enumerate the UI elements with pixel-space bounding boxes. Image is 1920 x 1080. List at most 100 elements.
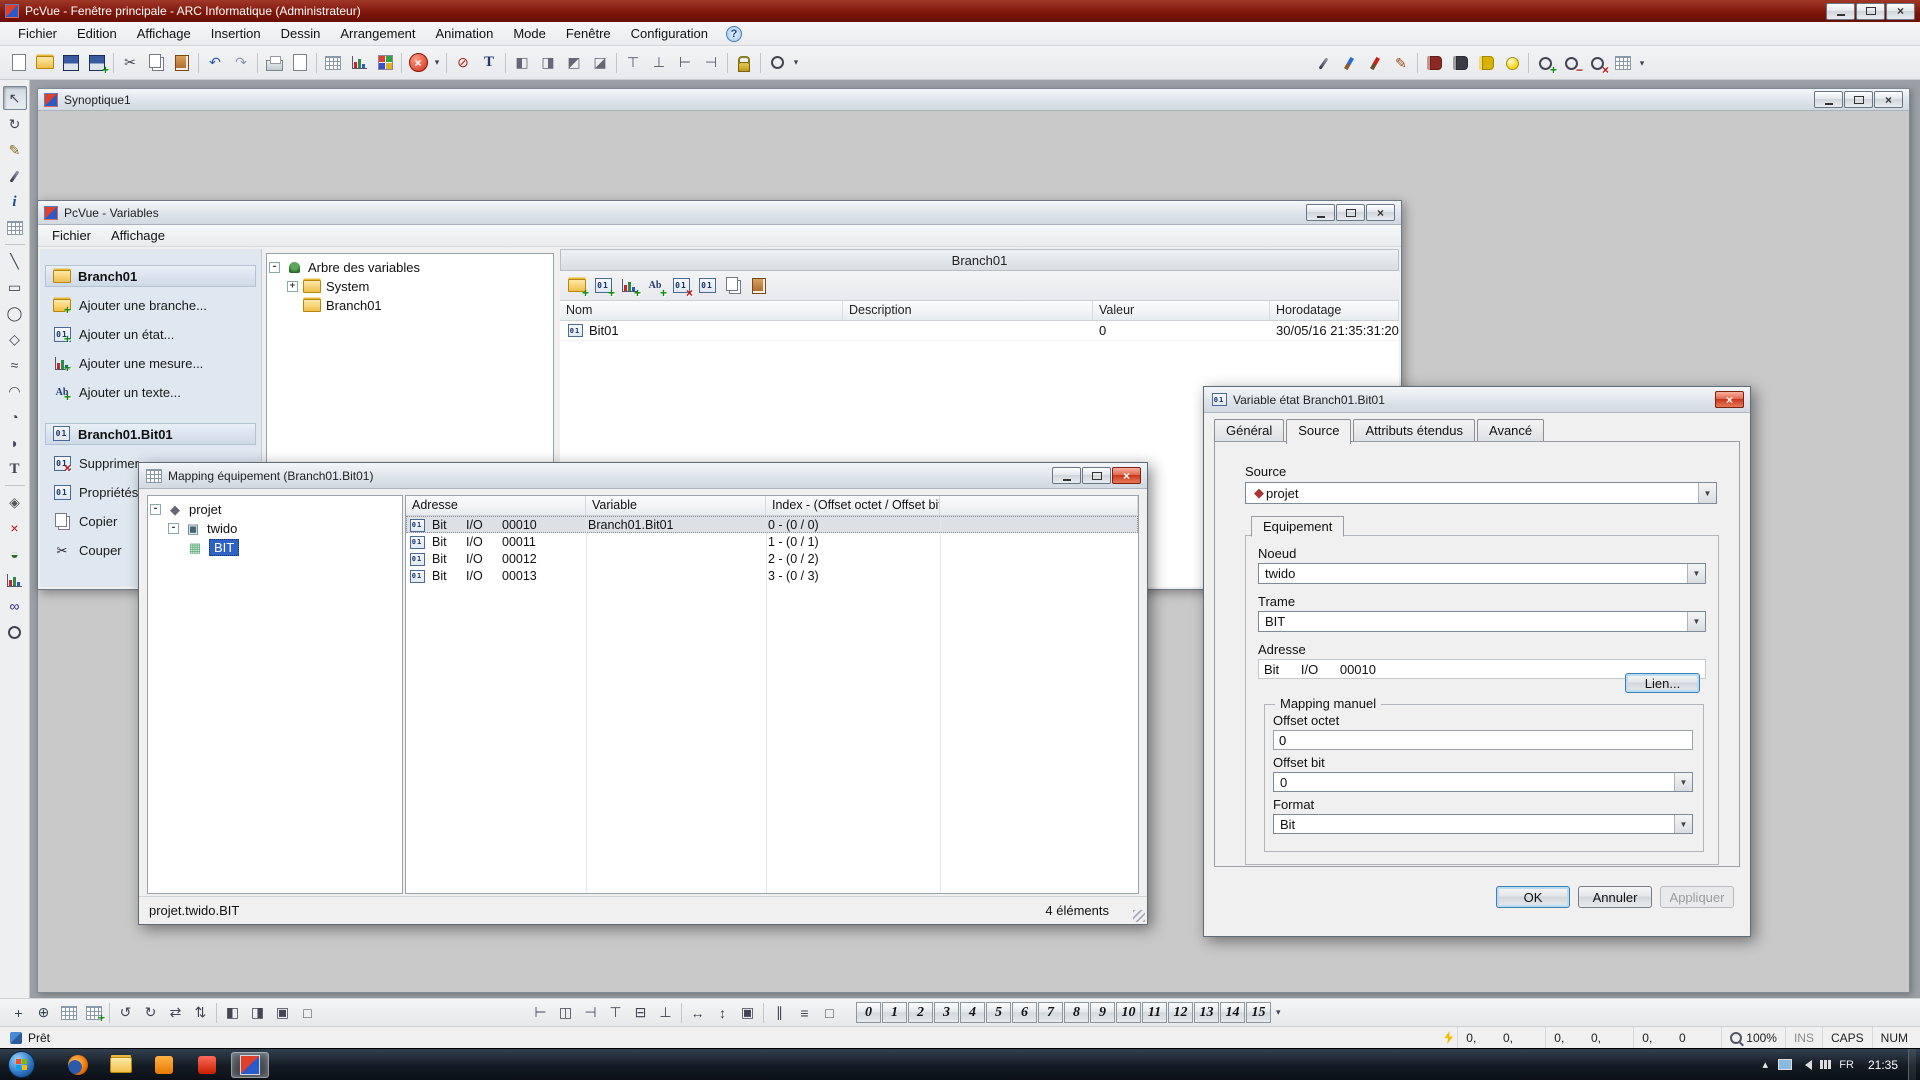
plan-button-2[interactable]: 2 [908, 1002, 933, 1023]
trame-combobox[interactable]: BIT ▼ [1258, 611, 1706, 632]
cancel-button[interactable]: Annuler [1578, 886, 1652, 908]
column-description[interactable]: Description [843, 301, 1093, 320]
zoom-out-icon[interactable] [1558, 50, 1584, 76]
info-tool-icon[interactable]: i [3, 190, 27, 214]
zoom-cancel-icon[interactable] [1584, 50, 1610, 76]
templates-icon[interactable] [346, 50, 372, 76]
redo-icon[interactable]: ↷ [228, 50, 254, 76]
plan-button-4[interactable]: 4 [960, 1002, 985, 1023]
paste-variable-icon[interactable] [746, 273, 772, 299]
status-zoom[interactable]: 100% [1721, 1027, 1785, 1048]
align-middle-icon[interactable]: ⊟ [628, 1001, 653, 1024]
book-yellow-icon[interactable] [1473, 50, 1499, 76]
chevron-down-icon[interactable]: ▼ [1674, 773, 1692, 791]
add-state-icon[interactable] [590, 273, 616, 299]
zoom-more-caret-icon[interactable]: ▾ [1636, 50, 1648, 76]
zoom-grid-icon[interactable] [1610, 50, 1636, 76]
add-measure-icon[interactable] [616, 273, 642, 299]
send-back-icon[interactable]: □ [295, 1001, 320, 1024]
brush-icon[interactable] [1336, 50, 1362, 76]
new-icon[interactable] [6, 50, 32, 76]
help-icon[interactable]: ? [726, 26, 742, 42]
menu-fichier[interactable]: Fichier [8, 22, 67, 46]
tree-item-root[interactable]: - Arbre des variables [269, 258, 551, 277]
plan-button-13[interactable]: 13 [1194, 1002, 1219, 1023]
source-combobox[interactable]: ◆ projet ▼ [1245, 482, 1717, 504]
menu-affichage[interactable]: Affichage [101, 225, 175, 247]
menu-edition[interactable]: Edition [67, 22, 127, 46]
task-add-text[interactable]: Ajouter un texte... [40, 378, 261, 407]
book-red-icon[interactable] [1421, 50, 1447, 76]
plan-button-11[interactable]: 11 [1142, 1002, 1167, 1023]
chevron-down-icon[interactable]: ▼ [1698, 483, 1716, 503]
zoom-select-icon[interactable] [764, 50, 790, 76]
variables-table-row[interactable]: Bit01 0 30/05/16 21:35:31:20 [560, 321, 1399, 341]
minimize-button[interactable] [1826, 3, 1855, 20]
start-button[interactable] [8, 1051, 35, 1078]
copy-variable-icon[interactable] [720, 273, 746, 299]
quill-icon[interactable]: ✎ [1388, 50, 1414, 76]
fit-icon[interactable]: □ [817, 1001, 842, 1024]
taskbar-clock[interactable]: 21:35 [1858, 1058, 1908, 1072]
plans-more-caret-icon[interactable]: ▾ [1276, 1007, 1288, 1018]
variables-maximize-button[interactable] [1336, 204, 1365, 221]
taskbar-firefox[interactable] [59, 1052, 97, 1078]
menu-animation[interactable]: Animation [426, 22, 504, 46]
variables-close-button[interactable] [1366, 204, 1395, 221]
tray-volume-icon[interactable] [1796, 1049, 1816, 1080]
bulb-icon[interactable] [1499, 50, 1525, 76]
task-group-bit01[interactable]: Branch01.Bit01 [45, 423, 256, 445]
ellipse-tool-icon[interactable]: ◯ [3, 301, 27, 325]
chevron-down-icon[interactable]: ▼ [1674, 815, 1692, 833]
collapse-icon[interactable]: - [168, 523, 179, 534]
copy-icon[interactable] [143, 50, 169, 76]
menu-dessin[interactable]: Dessin [271, 22, 331, 46]
rectangle-tool-icon[interactable]: ▭ [3, 275, 27, 299]
save-all-icon[interactable] [84, 50, 110, 76]
taskbar-app-red[interactable] [188, 1052, 226, 1078]
pan-icon[interactable]: + [6, 1001, 31, 1024]
table-tool-icon[interactable] [3, 216, 27, 240]
preview-icon[interactable] [287, 50, 313, 76]
task-add-branch[interactable]: Ajouter une branche... [40, 291, 261, 320]
text-insert-icon[interactable]: T [476, 50, 502, 76]
lien-button[interactable]: Lien... [1625, 673, 1700, 693]
zoom-caret-icon[interactable]: ▾ [790, 50, 802, 76]
stop-caret-icon[interactable]: ▾ [431, 50, 443, 76]
forbid-icon[interactable]: ⊘ [450, 50, 476, 76]
collapse-icon[interactable]: - [269, 262, 280, 273]
mapping-close-button[interactable] [1112, 467, 1141, 484]
print-icon[interactable] [261, 50, 287, 76]
tray-display-icon[interactable] [1774, 1049, 1796, 1080]
plan-button-10[interactable]: 10 [1116, 1002, 1141, 1023]
plan-button-14[interactable]: 14 [1220, 1002, 1245, 1023]
align-center-h-icon[interactable]: ◫ [553, 1001, 578, 1024]
column-variable[interactable]: Variable [586, 496, 766, 515]
menu-mode[interactable]: Mode [503, 22, 556, 46]
snap-grid-icon[interactable] [81, 1001, 106, 1024]
arc-tool-icon[interactable]: ◠ [3, 379, 27, 403]
synoptique-minimize-button[interactable] [1814, 91, 1843, 108]
book-dark-icon[interactable] [1447, 50, 1473, 76]
zoom-in-icon[interactable] [1532, 50, 1558, 76]
close-button[interactable] [1886, 3, 1915, 20]
align-left-icon[interactable]: ⊢ [528, 1001, 553, 1024]
link-tool-icon[interactable]: ∞ [3, 594, 27, 618]
bring-front-icon[interactable]: ▣ [270, 1001, 295, 1024]
delete-tool-icon[interactable]: × [3, 516, 27, 540]
menu-configuration[interactable]: Configuration [621, 22, 718, 46]
symbol-tool-icon[interactable]: ◈ [3, 490, 27, 514]
flip-vertical-icon[interactable]: ⇅ [188, 1001, 213, 1024]
align-bottom-icon[interactable]: ⊥ [646, 50, 672, 76]
tray-network-icon[interactable] [1816, 1049, 1835, 1080]
pie-tool-icon[interactable]: ◔ [3, 405, 27, 429]
resize-grip[interactable] [1133, 910, 1145, 922]
tray-expand-icon[interactable]: ▴ [1756, 1049, 1774, 1080]
mapping-minimize-button[interactable] [1052, 467, 1081, 484]
gauge-tool-icon[interactable]: ◒ [3, 542, 27, 566]
synoptique-restore-button[interactable] [1844, 91, 1873, 108]
eyedropper-icon[interactable] [1310, 50, 1336, 76]
shape-top-icon[interactable]: ◧ [509, 50, 535, 76]
distribute-v-icon[interactable]: ≡ [792, 1001, 817, 1024]
mapping-table-row[interactable]: BitI/O000133 - (0 / 3) [406, 567, 1138, 584]
